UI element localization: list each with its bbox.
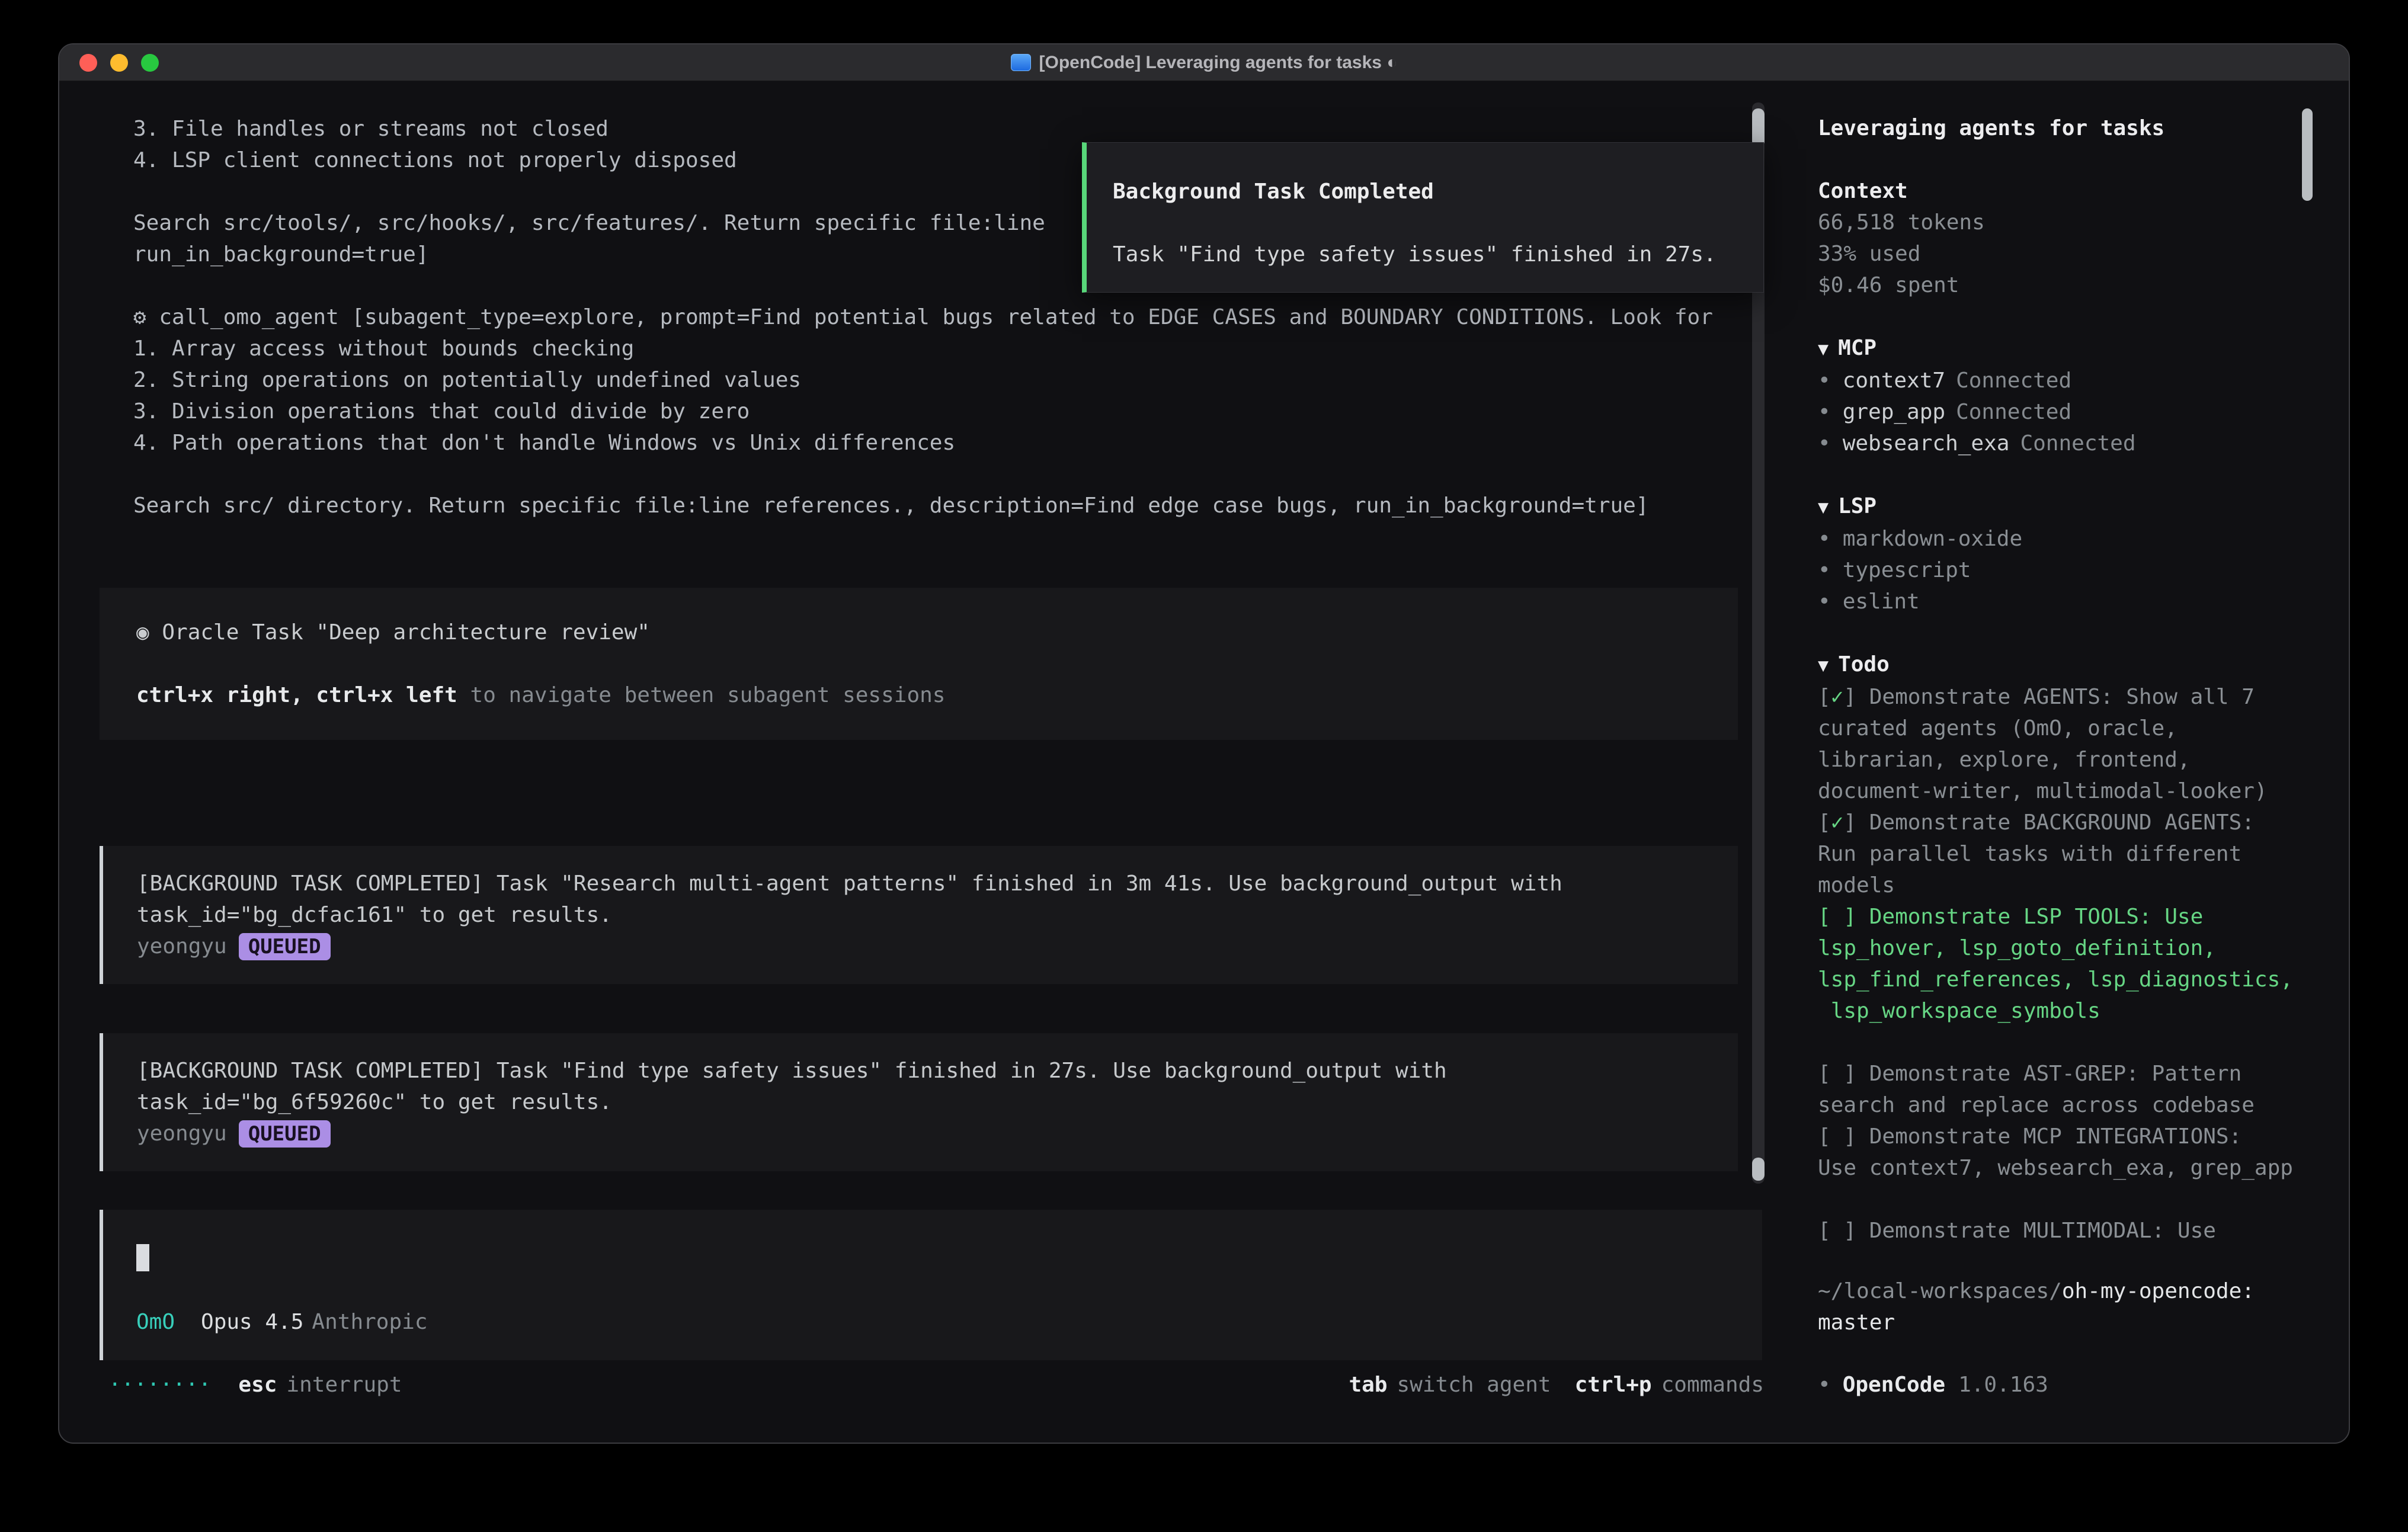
subagent-nav-hint: ctrl+x right, ctrl+x left to navigate be… [136, 680, 1738, 711]
message-block: [BACKGROUND TASK COMPLETED] Task "Resear… [100, 846, 1738, 984]
input-provider-name: Anthropic [312, 1306, 427, 1338]
collapse-triangle-icon: ▼ [1818, 497, 1829, 518]
todo-section: ▼Todo [✓] Demonstrate AGENTS: Show all 7… [1818, 649, 2313, 1246]
todo-item: [ ] Demonstrate MCP INTEGRATIONS: Use co… [1818, 1121, 2313, 1184]
session-title: Leveraging agents for tasks [1818, 113, 2313, 144]
notification-body: Task "Find type safety issues" finished … [1113, 239, 1763, 270]
lsp-section: ▼LSP •markdown-oxide •typescript •eslint [1818, 491, 2313, 617]
shortcut-commands: ctrl+p commands [1575, 1369, 1764, 1400]
check-icon [1831, 1219, 1844, 1243]
lsp-item: •typescript [1818, 555, 2313, 586]
mcp-item: •context7Connected [1818, 365, 2313, 396]
check-icon [1831, 905, 1844, 929]
bullet-icon: • [1818, 1373, 1831, 1397]
window-title: [OpenCode] Leveraging agents for tasks ◐ [1039, 53, 1398, 73]
background-task-notification[interactable]: Background Task Completed Task "Find typ… [1082, 142, 1764, 293]
shortcut-interrupt: esc interrupt [238, 1369, 402, 1400]
oracle-task-title: ◉ Oracle Task "Deep architecture review" [136, 617, 1738, 648]
collapse-triangle-icon: ▼ [1818, 655, 1829, 676]
sidebar: Leveraging agents for tasks Context 66,5… [1785, 81, 2349, 1442]
context-heading: Context [1818, 175, 2313, 207]
oracle-task-panel: ◉ Oracle Task "Deep architecture review"… [100, 588, 1738, 740]
todo-item: [ ] Demonstrate MULTIMODAL: Use [1818, 1215, 2313, 1246]
subagent-nav-keys: ctrl+x right, ctrl+x left [136, 683, 457, 707]
status-bar: ········ esc interrupt tab switch agent … [59, 1369, 1785, 1400]
scrollbar-thumb[interactable] [1752, 108, 1765, 147]
message-text: [BACKGROUND TASK COMPLETED] Task "Resear… [137, 868, 1714, 931]
mcp-section: ▼MCP •context7Connected •grep_appConnect… [1818, 332, 2313, 459]
collapse-triangle-icon: ▼ [1818, 339, 1829, 360]
bullet-icon: • [1818, 431, 1831, 456]
check-icon [1831, 1124, 1844, 1149]
opencode-version: •OpenCode1.0.163 [1818, 1369, 2048, 1400]
app-icon [1011, 54, 1031, 71]
input-meta: OmO Opus 4.5 Anthropic [136, 1306, 1762, 1338]
chat-pane: 3. File handles or streams not closed 4.… [59, 81, 1785, 1442]
queued-badge: QUEUED [239, 933, 331, 960]
titlebar[interactable]: [OpenCode] Leveraging agents for tasks ◐ [59, 44, 2349, 81]
bullet-icon: • [1818, 527, 1831, 551]
bullet-icon: • [1818, 558, 1831, 582]
mcp-item: •grep_appConnected [1818, 396, 2313, 428]
prompt-input[interactable]: OmO Opus 4.5 Anthropic [100, 1210, 1762, 1360]
check-icon: ✓ [1831, 810, 1844, 835]
todo-item: [ ] Demonstrate LSP TOOLS: Use lsp_hover… [1818, 901, 2313, 1027]
todo-item: [✓] Demonstrate AGENTS: Show all 7 curat… [1818, 681, 2313, 807]
input-agent-name: OmO [136, 1306, 175, 1338]
message-block: [BACKGROUND TASK COMPLETED] Task "Find t… [100, 1033, 1738, 1171]
context-used: 33% used [1818, 238, 2313, 270]
mcp-item: •websearch_exaConnected [1818, 428, 2313, 459]
desktop: [OpenCode] Leveraging agents for tasks ◐… [0, 0, 2408, 1532]
check-icon [1831, 1062, 1844, 1086]
check-icon: ✓ [1831, 685, 1844, 709]
context-section: Context 66,518 tokens 33% used $0.46 spe… [1818, 175, 2313, 301]
queued-badge: QUEUED [239, 1120, 331, 1148]
todo-heading[interactable]: ▼Todo [1818, 649, 2313, 681]
text-cursor [136, 1244, 149, 1271]
git-branch: master [1818, 1307, 2255, 1338]
spinner-dots: ········ [108, 1369, 211, 1400]
input-model-name: Opus 4.5 [201, 1306, 303, 1338]
zoom-button[interactable] [141, 54, 159, 72]
context-tokens: 66,518 tokens [1818, 207, 2313, 238]
bullet-icon: • [1818, 368, 1831, 393]
bullet-icon: • [1818, 400, 1831, 424]
window-title-group: [OpenCode] Leveraging agents for tasks ◐ [1011, 53, 1398, 73]
bullet-icon: • [1818, 589, 1831, 614]
context-spent: $0.46 spent [1818, 270, 2313, 301]
traffic-lights [79, 44, 159, 81]
lsp-item: •eslint [1818, 586, 2313, 617]
lsp-item: •markdown-oxide [1818, 523, 2313, 555]
workspace-path: ~/local-workspaces/oh-my-opencode: maste… [1818, 1275, 2255, 1338]
terminal-window: [OpenCode] Leveraging agents for tasks ◐… [58, 43, 2350, 1444]
scrollbar-thumb[interactable] [1752, 1158, 1765, 1181]
todo-item: [✓] Demonstrate BACKGROUND AGENTS: Run p… [1818, 807, 2313, 901]
lsp-heading[interactable]: ▼LSP [1818, 491, 2313, 523]
message-author: yeongyu [137, 931, 227, 962]
minimize-button[interactable] [110, 54, 128, 72]
todo-item: [ ] Demonstrate AST-GREP: Pattern search… [1818, 1058, 2313, 1121]
close-button[interactable] [79, 54, 97, 72]
sidebar-scrollbar[interactable] [2302, 108, 2313, 201]
message-author: yeongyu [137, 1118, 227, 1149]
notification-title: Background Task Completed [1113, 176, 1763, 207]
mcp-heading[interactable]: ▼MCP [1818, 332, 2313, 365]
shortcut-switch-agent: tab switch agent [1349, 1369, 1551, 1400]
message-text: [BACKGROUND TASK COMPLETED] Task "Find t… [137, 1055, 1714, 1118]
